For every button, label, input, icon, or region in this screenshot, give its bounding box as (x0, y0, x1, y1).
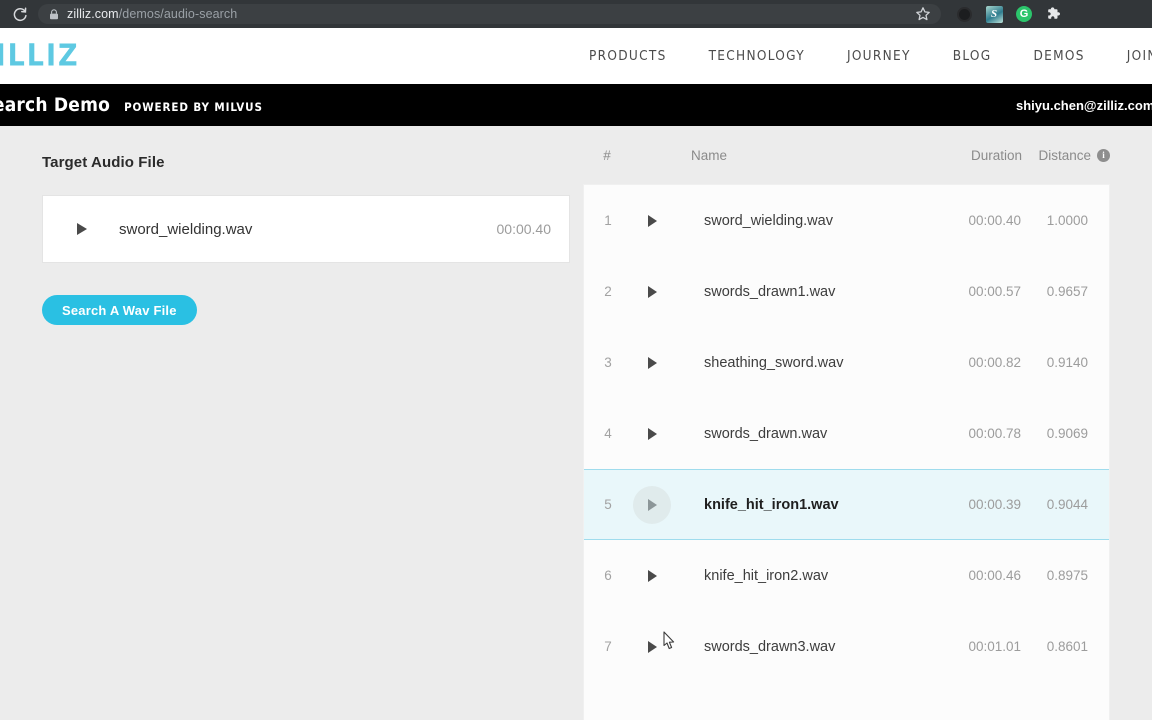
nav-link-demos[interactable]: DEMOS (1033, 48, 1084, 64)
column-header-index: # (603, 147, 611, 163)
row-index: 5 (604, 497, 612, 512)
nav-link-blog[interactable]: BLOG (953, 48, 992, 64)
table-row[interactable]: 7 swords_drawn3.wav 00:01.01 0.8601 (584, 611, 1109, 682)
play-icon (647, 285, 657, 298)
row-distance: 0.9069 (1046, 426, 1088, 441)
row-filename: swords_drawn.wav (704, 425, 828, 442)
nav-link-products[interactable]: PRODUCTS (589, 48, 667, 64)
row-index: 1 (604, 213, 612, 228)
row-filename: sword_wielding.wav (704, 212, 833, 229)
g-extension-icon[interactable]: G (1015, 5, 1033, 23)
target-duration: 00:00.40 (496, 221, 552, 237)
info-icon[interactable]: i (1097, 148, 1110, 162)
demo-title-group: Audio Search Demo POWERED BY MILVUS (0, 94, 263, 116)
column-header-name: Name (691, 147, 728, 163)
powered-by-label: POWERED BY MILVUS (124, 100, 263, 114)
demo-title: Audio Search Demo (0, 94, 111, 116)
page-content: Target Audio File sword_wielding.wav 00:… (0, 126, 1152, 720)
table-row[interactable]: 4 swords_drawn.wav 00:00.78 0.9069 (584, 398, 1109, 469)
table-row[interactable]: 1 sword_wielding.wav 00:00.40 1.0000 (584, 185, 1109, 256)
row-duration: 00:00.40 (968, 213, 1021, 228)
address-bar[interactable]: zilliz.com/demos/audio-search (38, 4, 941, 24)
target-audio-card[interactable]: sword_wielding.wav 00:00.40 (42, 195, 570, 263)
row-duration: 00:00.57 (968, 284, 1021, 299)
demo-header-bar: Audio Search Demo POWERED BY MILVUS shiy… (0, 84, 1152, 126)
star-icon[interactable] (915, 6, 931, 22)
reload-icon[interactable] (8, 2, 32, 26)
table-row-selected[interactable]: 5 knife_hit_iron1.wav 00:00.39 0.9044 (584, 469, 1109, 540)
row-distance: 0.8975 (1046, 568, 1088, 583)
target-filename: sword_wielding.wav (119, 220, 253, 238)
row-duration: 00:01.01 (968, 639, 1021, 654)
column-header-distance: Distance i (1022, 148, 1110, 163)
lock-icon (48, 8, 59, 20)
row-index: 3 (604, 355, 612, 370)
row-filename: swords_drawn1.wav (704, 283, 836, 300)
browser-toolbar: zilliz.com/demos/audio-search S G (0, 0, 1152, 28)
target-audio-panel: Target Audio File sword_wielding.wav 00:… (42, 126, 570, 325)
row-index: 6 (604, 568, 612, 583)
table-row[interactable]: 6 knife_hit_iron2.wav 00:00.46 0.8975 (584, 540, 1109, 611)
url-text: zilliz.com/demos/audio-search (67, 7, 237, 21)
row-play-button[interactable] (632, 557, 692, 595)
row-filename: sheathing_sword.wav (704, 354, 844, 371)
play-icon[interactable] (77, 223, 87, 235)
row-distance: 0.9657 (1046, 284, 1088, 299)
row-distance: 1.0000 (1046, 213, 1088, 228)
row-distance: 0.9044 (1046, 497, 1088, 512)
nav-link-join[interactable]: JOIN (1127, 48, 1152, 64)
row-play-button[interactable] (632, 485, 692, 524)
zilliz-logo[interactable]: ZILLIZ (0, 39, 80, 74)
row-filename: swords_drawn3.wav (704, 638, 836, 655)
extension-icons: S G (955, 5, 1065, 23)
play-icon (647, 640, 657, 653)
play-icon (647, 569, 657, 582)
row-index: 4 (604, 426, 612, 441)
column-header-duration: Duration (970, 147, 1022, 163)
table-row[interactable]: 2 swords_drawn1.wav 00:00.57 0.9657 (584, 256, 1109, 327)
results-table-header: # Name Duration Distance i (583, 126, 1110, 184)
row-filename: knife_hit_iron1.wav (704, 496, 839, 513)
table-row[interactable]: 3 sheathing_sword.wav 00:00.82 0.9140 (584, 327, 1109, 398)
row-index: 7 (604, 639, 612, 654)
row-duration: 00:00.78 (968, 426, 1021, 441)
row-distance: 0.9140 (1046, 355, 1088, 370)
row-duration: 00:00.39 (968, 497, 1021, 512)
nav-link-journey[interactable]: JOURNEY (847, 48, 911, 64)
play-icon (647, 498, 657, 511)
url-path: /demos/audio-search (118, 7, 238, 21)
row-play-button[interactable] (632, 273, 692, 311)
site-navigation: ZILLIZ PRODUCTS TECHNOLOGY JOURNEY BLOG … (0, 28, 1152, 84)
row-play-button[interactable] (632, 344, 692, 382)
play-icon (647, 427, 657, 440)
row-play-button[interactable] (632, 628, 692, 666)
row-duration: 00:00.46 (968, 568, 1021, 583)
play-icon (647, 356, 657, 369)
results-panel: # Name Duration Distance i 1 sword_wield… (583, 126, 1110, 720)
circle-extension-icon[interactable] (955, 5, 973, 23)
row-play-button[interactable] (632, 415, 692, 453)
puzzle-extension-icon[interactable] (1045, 5, 1063, 23)
results-table-body: 1 sword_wielding.wav 00:00.40 1.0000 2 s… (583, 184, 1110, 720)
play-icon (647, 214, 657, 227)
row-filename: knife_hit_iron2.wav (704, 567, 829, 584)
column-header-distance-label: Distance (1038, 147, 1091, 163)
row-duration: 00:00.82 (968, 355, 1021, 370)
row-play-button[interactable] (632, 202, 692, 240)
row-index: 2 (604, 284, 612, 299)
url-host: zilliz.com (67, 7, 119, 21)
nav-links: PRODUCTS TECHNOLOGY JOURNEY BLOG DEMOS J… (589, 48, 1152, 64)
user-email[interactable]: shiyu.chen@zilliz.com (1016, 98, 1152, 113)
search-wav-file-button[interactable]: Search A Wav File (42, 295, 197, 325)
row-distance: 0.8601 (1046, 639, 1088, 654)
nav-link-technology[interactable]: TECHNOLOGY (709, 48, 805, 64)
s-extension-icon[interactable]: S (985, 5, 1003, 23)
page-title: Target Audio File (42, 154, 165, 171)
